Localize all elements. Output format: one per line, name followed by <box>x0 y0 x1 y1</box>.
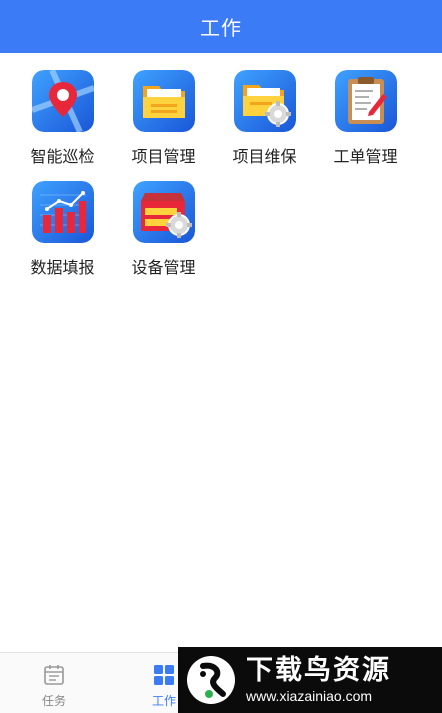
folder-gear-icon <box>233 70 296 132</box>
app-grid: 智能巡检 项目管理 项目维保 工单管理 数据填报 设备管理 <box>12 70 430 278</box>
app-label: 项目管理 <box>131 147 196 166</box>
app-header: 工作 <box>0 0 442 53</box>
watermark-banner: 下载鸟资源 www.xiazainiao.com <box>178 647 442 713</box>
folder-icon <box>132 70 195 132</box>
watermark-title: 下载鸟资源 <box>246 655 391 686</box>
app-data-reporting[interactable]: 数据填报 <box>12 181 113 278</box>
watermark-logo-icon <box>178 647 244 713</box>
clipboard-pencil-icon <box>334 70 397 132</box>
page-title: 工作 <box>200 16 242 40</box>
map-pin-icon <box>31 70 94 132</box>
app-label: 设备管理 <box>131 258 196 277</box>
calendar-icon <box>44 665 64 685</box>
tab-label: 任务 <box>41 694 66 708</box>
tab-tasks[interactable]: 任务 <box>24 653 84 713</box>
app-label: 智能巡检 <box>30 147 95 166</box>
app-device-management[interactable]: 设备管理 <box>113 181 214 278</box>
watermark-url: www.xiazainiao.com <box>246 688 373 704</box>
app-label: 项目维保 <box>232 147 297 166</box>
app-project-maintenance[interactable]: 项目维保 <box>214 70 315 167</box>
app-project-management[interactable]: 项目管理 <box>113 70 214 167</box>
app-label: 工单管理 <box>333 147 398 166</box>
grid-icon <box>154 665 174 685</box>
bar-chart-icon <box>31 181 94 243</box>
tab-label: 工作 <box>151 694 176 708</box>
app-smart-inspection[interactable]: 智能巡检 <box>12 70 113 167</box>
drawer-gear-icon <box>132 181 195 243</box>
app-work-order-management[interactable]: 工单管理 <box>315 70 416 167</box>
app-label: 数据填报 <box>30 258 95 277</box>
